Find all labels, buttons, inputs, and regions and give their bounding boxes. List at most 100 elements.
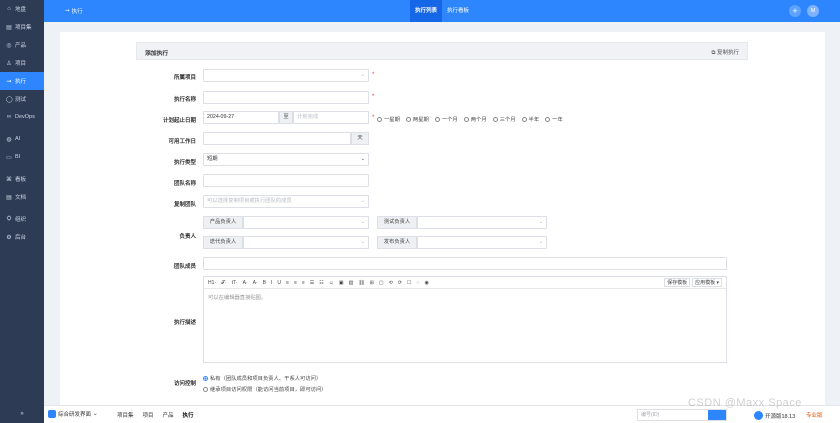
rd-addon: 发布负责人	[377, 236, 417, 249]
version-info[interactable]: 开源版18.13	[754, 411, 795, 420]
team-name-label: 团队名称	[173, 181, 196, 187]
editor-tool[interactable]: ◌	[417, 280, 420, 286]
sidebar-icon: ♙	[6, 60, 12, 67]
duration-option[interactable]: 三个月	[492, 115, 516, 123]
duration-option[interactable]: 两星期	[405, 115, 429, 123]
duration-option[interactable]: 一年	[545, 115, 563, 123]
access-private-option[interactable]: 私有（团队成员和项目负责人、干系人可访问）	[203, 374, 321, 382]
editor-tool[interactable]: ⟲	[389, 280, 393, 286]
program-switcher[interactable]: 综合研发界面 ⌄	[48, 410, 98, 418]
upgrade-link[interactable]: 专业版	[806, 411, 823, 419]
editor-tool[interactable]: ▢	[379, 280, 384, 286]
members-input[interactable]	[203, 257, 727, 270]
chevron-down-icon: ⌄	[360, 72, 365, 78]
breadcrumb-label: 执行	[71, 9, 83, 15]
sidebar-item-7[interactable]: ◍ AI	[0, 130, 44, 148]
save-template-button[interactable]: 保存模板	[664, 278, 691, 287]
sidebar-icon: ▤	[6, 194, 12, 201]
sidebar-item-5[interactable]: ◯ 测试	[0, 90, 44, 108]
editor-tool[interactable]: H1·	[208, 280, 216, 286]
project-select[interactable]: ⌄	[203, 69, 369, 82]
avatar[interactable]: M	[807, 5, 819, 17]
editor-tool[interactable]: ⛓	[358, 280, 364, 286]
pm-addon: 迭代负责人	[203, 236, 243, 249]
bottom-link[interactable]: 执行	[183, 411, 194, 419]
sidebar-item-6[interactable]: ∞ DevOps	[0, 108, 44, 126]
editor-tool[interactable]: ⟳	[398, 280, 402, 286]
sidebar-item-4[interactable]: ⇝ 执行	[0, 72, 44, 90]
radio-icon	[521, 116, 527, 122]
program-label: 综合研发界面	[58, 412, 92, 418]
required-mark: *	[372, 72, 375, 78]
sidebar-item-label: 后台	[15, 235, 27, 241]
description-editor[interactable]: H1· 𝒯· tT· A· A· B I U ≡ ≡ ≡ ☰ ☷ ☺ ▣ ▥ ⛓ ⊞ ▢ ⟲ ⟳ ☐ ◌ ◉ 保存模板 应用模…	[203, 276, 727, 363]
desc-label: 执行描述	[173, 320, 196, 326]
editor-tool[interactable]: A·	[243, 280, 248, 286]
editor-tool[interactable]: U	[277, 280, 281, 286]
sidebar-item-10[interactable]: ▤ 文档	[0, 188, 44, 206]
bottom-link[interactable]: 项目	[143, 411, 154, 419]
execution-name-input[interactable]	[203, 91, 369, 104]
copy-team-select[interactable]: 可以选择复制项目或执行团队的成员 ⌄	[203, 195, 369, 208]
bottom-link[interactable]: 项目集	[117, 411, 134, 419]
sidebar-item-11[interactable]: ⛭ 组织	[0, 210, 44, 228]
duration-option[interactable]: 两个月	[463, 115, 487, 123]
required-mark: *	[372, 115, 375, 121]
chevron-down-icon: ⌄	[538, 219, 543, 225]
apply-template-button[interactable]: 应用模板 ▾	[692, 278, 722, 287]
editor-tool[interactable]: ☐	[407, 280, 411, 286]
start-date-input[interactable]: 2024-09-27	[203, 111, 279, 124]
editor-tool[interactable]: 𝒯·	[221, 280, 227, 286]
breadcrumb[interactable]: ⇝ 执行	[65, 7, 83, 15]
bottom-link[interactable]: 产品	[163, 411, 174, 419]
tab-execution-kanban[interactable]: 执行看板	[442, 0, 474, 22]
editor-tool[interactable]: ◉	[425, 280, 429, 286]
sidebar-item-12[interactable]: ⚙ 后台	[0, 228, 44, 246]
editor-tool[interactable]: ☺	[329, 280, 334, 286]
editor-tool[interactable]: ≡	[302, 280, 305, 286]
duration-option[interactable]: 一星期	[377, 115, 400, 123]
sidebar-item-2[interactable]: ◎ 产品	[0, 36, 44, 54]
duration-option[interactable]: 半年	[521, 115, 539, 123]
radio-icon	[463, 116, 469, 122]
editor-tool[interactable]: ☰	[310, 280, 314, 286]
editor-tool[interactable]: ⊞	[370, 280, 374, 286]
editor-tool[interactable]: ☷	[319, 280, 323, 286]
access-inherit-option[interactable]: 继承项目访问权限（能访问当前项目，即可访问）	[203, 385, 327, 393]
rd-select[interactable]: ⌄	[417, 236, 547, 249]
tab-execution-list[interactable]: 执行列表	[410, 0, 443, 22]
access-label: 访问控制	[173, 381, 196, 387]
execution-type-select[interactable]: 短期 ⌄	[203, 153, 369, 166]
collapse-sidebar-button[interactable]: »	[0, 405, 44, 423]
duration-option[interactable]: 一个月	[434, 115, 458, 123]
editor-tool[interactable]: ▥	[349, 280, 354, 286]
editor-tool[interactable]: tT·	[232, 280, 238, 286]
po-select[interactable]: ⌄	[243, 216, 369, 229]
sidebar-item-8[interactable]: ▭ BI	[0, 148, 44, 166]
qd-select[interactable]: ⌄	[417, 216, 547, 229]
editor-tool[interactable]: ≡	[286, 280, 289, 286]
copy-execution-button[interactable]: ⧉ 复制执行	[712, 48, 739, 57]
sidebar-item-9[interactable]: ⌘ 看板	[0, 170, 44, 188]
editor-tool[interactable]: A·	[253, 280, 258, 286]
quick-create-button[interactable]: +	[789, 5, 801, 17]
team-name-input[interactable]	[203, 174, 369, 187]
chevron-down-icon: ⌄	[93, 411, 98, 417]
workdays-input[interactable]	[203, 132, 351, 145]
editor-tool[interactable]: ≡	[294, 280, 297, 286]
watermark: CSDN @Maxx Space	[688, 397, 802, 409]
sidebar-item-3[interactable]: ♙ 项目	[0, 54, 44, 72]
pm-select[interactable]: ⌄	[243, 236, 369, 249]
end-date-input[interactable]: 计划完成	[293, 111, 369, 124]
editor-tool[interactable]: I	[271, 280, 272, 286]
sidebar-item-label: 组织	[15, 217, 27, 223]
sidebar-item-0[interactable]: ⌂ 地盘	[0, 0, 44, 18]
duration-label: 三个月	[499, 117, 516, 123]
editor-tool[interactable]: ▣	[339, 280, 344, 286]
editor-body[interactable]: 可以在编辑器直接贴图。	[204, 289, 726, 305]
editor-tool[interactable]: B	[263, 280, 266, 286]
owners-label: 负责人	[179, 234, 196, 240]
chevron-down-icon: ⌄	[538, 239, 543, 245]
search-button[interactable]	[708, 410, 726, 420]
sidebar-item-1[interactable]: ▤ 项目集	[0, 18, 44, 36]
